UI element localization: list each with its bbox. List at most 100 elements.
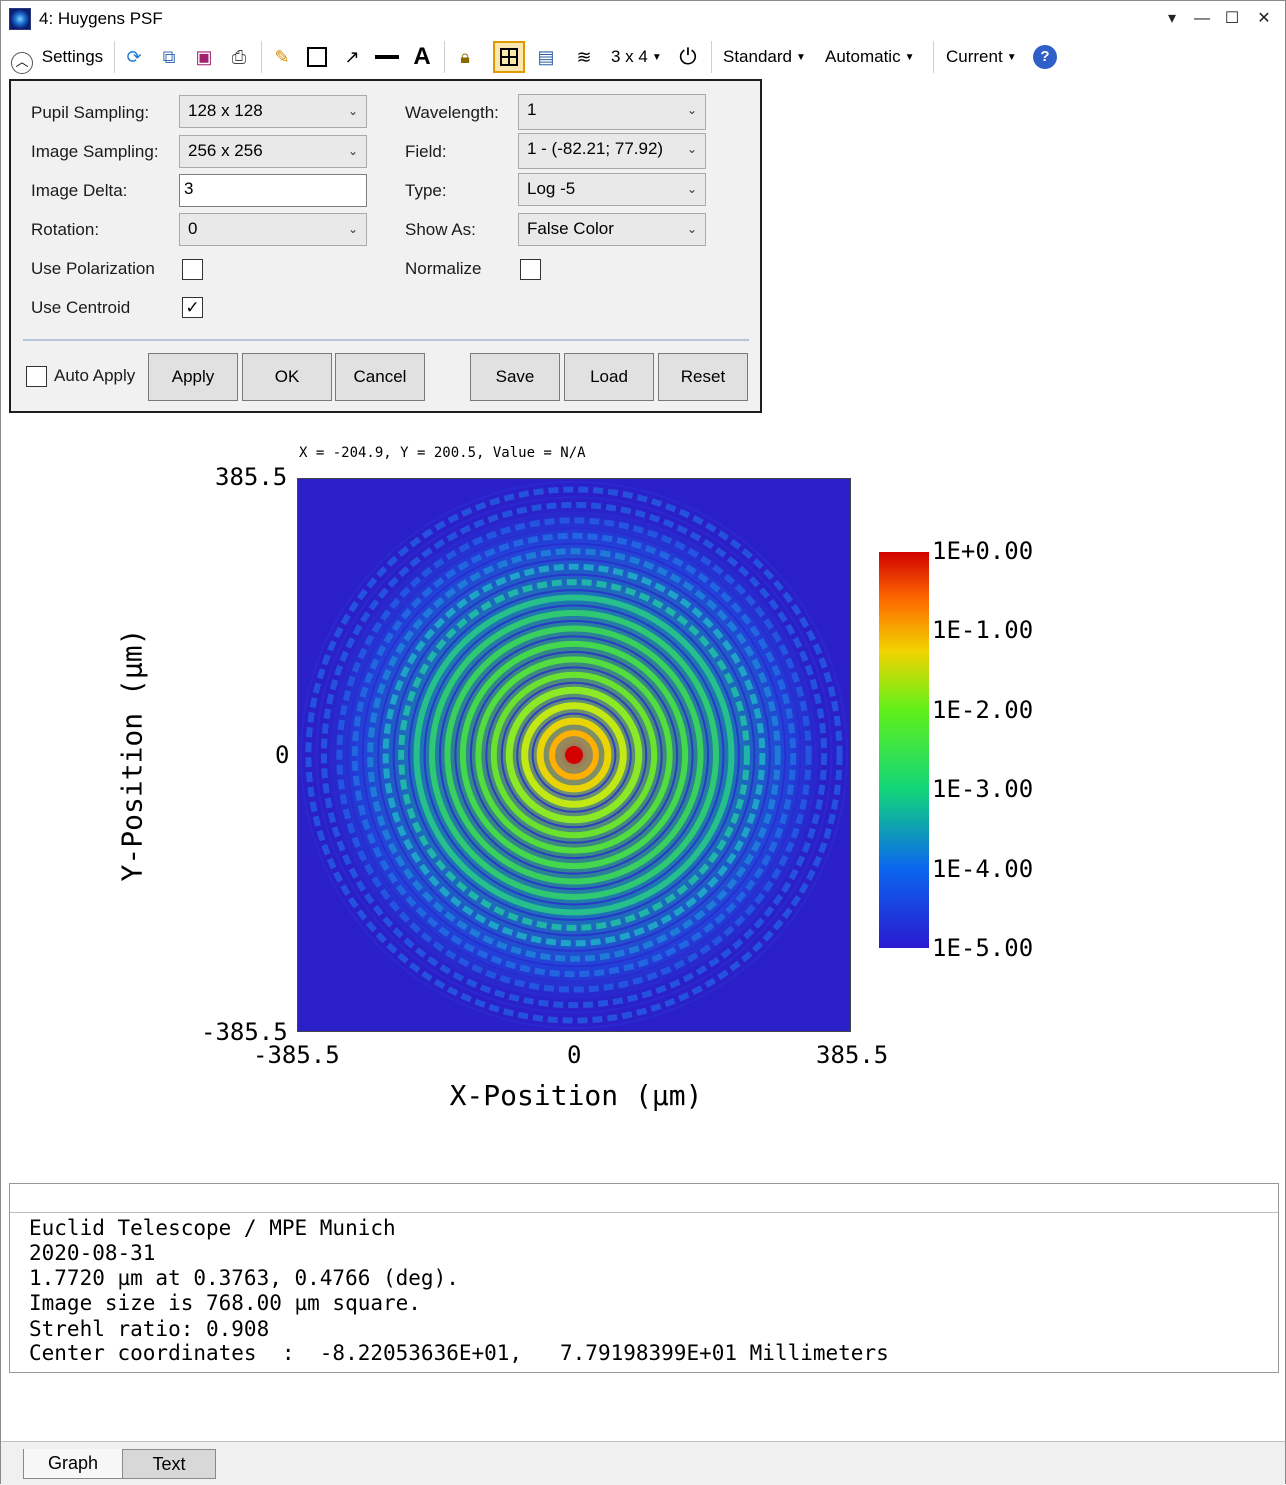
print-icon[interactable]: ⎙ bbox=[226, 44, 252, 70]
pencil-icon[interactable]: ✎ bbox=[269, 44, 295, 70]
huygens-psf-window: 4: Huygens PSF ▾ — ☐ ✕ ︿ Settings ⟳ ⧉ ▣ … bbox=[0, 0, 1286, 1485]
settings-label: Settings bbox=[41, 47, 104, 66]
psf-peak bbox=[565, 746, 583, 764]
ok-button[interactable]: OK bbox=[242, 353, 332, 401]
close-icon[interactable]: ✕ bbox=[1251, 7, 1277, 31]
text-line: 1.7720 µm at 0.3763, 0.4766 (deg). bbox=[29, 1266, 459, 1290]
colorbar bbox=[879, 552, 929, 948]
colorbar-label: 1E+0.00 bbox=[932, 537, 1034, 565]
rotation-label: Rotation: bbox=[31, 220, 100, 239]
field-value: 1 - (-82.21; 77.92) bbox=[527, 139, 664, 158]
settings-panel: Pupil Sampling: 128 x 128 ⌄ Image Samplin… bbox=[9, 79, 762, 413]
apply-button[interactable]: Apply bbox=[148, 353, 238, 401]
divider bbox=[10, 1212, 1278, 1213]
chevron-down-icon[interactable]: ▾ bbox=[1159, 7, 1185, 31]
refresh-icon[interactable]: ⟳ bbox=[121, 44, 147, 70]
image-delta-label: Image Delta: bbox=[31, 181, 128, 200]
layout-label: 3 x 4 bbox=[611, 47, 648, 66]
x-axis-label: X-Position (µm) bbox=[449, 1079, 703, 1112]
psf-heatmap[interactable] bbox=[297, 478, 851, 1032]
field-label: Field: bbox=[405, 142, 447, 161]
standard-label: Standard bbox=[723, 47, 792, 66]
chevron-down-icon: ⌄ bbox=[686, 182, 697, 196]
title-bar: 4: Huygens PSF ▾ — ☐ ✕ bbox=[1, 1, 1285, 37]
text-output-panel[interactable]: Euclid Telescope / MPE Munich 2020-08-31… bbox=[9, 1183, 1279, 1373]
collapse-icon: ︿ bbox=[11, 52, 33, 74]
layout-dropdown[interactable]: 3 x 4 ▼ bbox=[611, 43, 662, 71]
load-button[interactable]: Load bbox=[564, 353, 654, 401]
grid-icon[interactable] bbox=[493, 41, 525, 73]
wavelength-value: 1 bbox=[527, 100, 537, 119]
arrow-icon[interactable]: ↗ bbox=[339, 44, 365, 70]
automatic-label: Automatic bbox=[825, 47, 901, 66]
auto-apply-label: Auto Apply bbox=[54, 366, 136, 385]
colorbar-label: 1E-5.00 bbox=[932, 934, 1034, 962]
text-line: Center coordinates : -8.22053636E+01, 7.… bbox=[29, 1341, 889, 1365]
text-line: Euclid Telescope / MPE Munich bbox=[29, 1216, 396, 1240]
wavelength-label: Wavelength: bbox=[405, 103, 499, 122]
y-tick-middle: 0 bbox=[275, 741, 290, 769]
app-icon bbox=[9, 8, 31, 30]
cancel-button[interactable]: Cancel bbox=[335, 353, 425, 401]
chevron-down-icon: ⌄ bbox=[347, 222, 358, 236]
layers-icon[interactable]: ≋ bbox=[571, 44, 597, 70]
image-sampling-value: 256 x 256 bbox=[188, 141, 263, 160]
copy-icon[interactable]: ⧉ bbox=[156, 44, 182, 70]
show-as-label: Show As: bbox=[405, 220, 476, 239]
standard-dropdown[interactable]: Standard ▼ bbox=[723, 43, 806, 71]
settings-toggle-button[interactable]: ︿ Settings bbox=[11, 43, 104, 74]
maximize-icon[interactable]: ☐ bbox=[1219, 7, 1245, 31]
text-icon[interactable]: A bbox=[409, 44, 435, 70]
x-tick-middle: 0 bbox=[567, 1041, 582, 1069]
y-axis-label: Y-Position (µm) bbox=[115, 628, 149, 882]
tab-graph[interactable]: Graph bbox=[23, 1449, 123, 1479]
pupil-sampling-label: Pupil Sampling: bbox=[31, 103, 150, 122]
coordinate-readout: X = -204.9, Y = 200.5, Value = N/A bbox=[299, 445, 586, 461]
save-image-icon[interactable]: ▣ bbox=[191, 44, 217, 70]
auto-apply-checkbox[interactable] bbox=[26, 366, 47, 387]
help-icon[interactable]: ? bbox=[1033, 45, 1057, 69]
current-dropdown[interactable]: Current ▼ bbox=[946, 43, 1017, 71]
wavelength-select[interactable]: 1 ⌄ bbox=[518, 94, 706, 130]
colorbar-label: 1E-4.00 bbox=[932, 855, 1034, 883]
x-tick-left: -385.5 bbox=[253, 1041, 340, 1069]
rotation-value: 0 bbox=[188, 219, 198, 238]
chevron-down-icon: ⌄ bbox=[686, 103, 697, 117]
view-tabs: Graph Text bbox=[1, 1441, 1285, 1485]
show-as-select[interactable]: False Color ⌄ bbox=[518, 213, 706, 246]
window-icon[interactable]: ▤ bbox=[533, 44, 559, 70]
x-tick-right: 385.5 bbox=[816, 1041, 889, 1069]
normalize-checkbox[interactable] bbox=[520, 259, 541, 280]
reset-button[interactable]: Reset bbox=[658, 353, 748, 401]
psf-plot[interactable]: X = -204.9, Y = 200.5, Value = N/A 385.5 bbox=[1, 415, 1285, 1181]
text-line: 2020-08-31 bbox=[29, 1241, 156, 1265]
rectangle-icon[interactable] bbox=[304, 44, 330, 70]
normalize-label: Normalize bbox=[405, 259, 482, 278]
rotation-select[interactable]: 0 ⌄ bbox=[179, 213, 367, 246]
checkmark-icon: ✓ bbox=[185, 298, 200, 317]
tab-text[interactable]: Text bbox=[122, 1449, 216, 1479]
text-line: Strehl ratio: 0.908 bbox=[29, 1317, 270, 1341]
lock-icon[interactable]: 🔒︎ bbox=[452, 44, 478, 70]
line-icon[interactable] bbox=[374, 44, 400, 70]
automatic-dropdown[interactable]: Automatic ▼ bbox=[825, 43, 915, 71]
pupil-sampling-select[interactable]: 128 x 128 ⌄ bbox=[179, 95, 367, 128]
pupil-sampling-value: 128 x 128 bbox=[188, 101, 263, 120]
window-title: 4: Huygens PSF bbox=[39, 9, 163, 28]
text-line: Image size is 768.00 µm square. bbox=[29, 1291, 421, 1315]
chevron-down-icon: ⌄ bbox=[347, 104, 358, 118]
minimize-icon[interactable]: — bbox=[1189, 7, 1215, 31]
use-centroid-checkbox[interactable]: ✓ bbox=[182, 297, 203, 318]
current-label: Current bbox=[946, 47, 1003, 66]
type-label: Type: bbox=[405, 181, 447, 200]
chevron-down-icon: ⌄ bbox=[686, 142, 697, 156]
field-select[interactable]: 1 - (-82.21; 77.92) ⌄ bbox=[518, 133, 706, 169]
image-sampling-select[interactable]: 256 x 256 ⌄ bbox=[179, 135, 367, 168]
type-select[interactable]: Log -5 ⌄ bbox=[518, 173, 706, 206]
clock-icon[interactable]: ⏻ bbox=[675, 44, 701, 70]
colorbar-label: 1E-2.00 bbox=[932, 696, 1034, 724]
use-polarization-checkbox[interactable] bbox=[182, 259, 203, 280]
image-delta-input[interactable]: 3 bbox=[179, 174, 367, 207]
save-button[interactable]: Save bbox=[470, 353, 560, 401]
colorbar-label: 1E-3.00 bbox=[932, 775, 1034, 803]
